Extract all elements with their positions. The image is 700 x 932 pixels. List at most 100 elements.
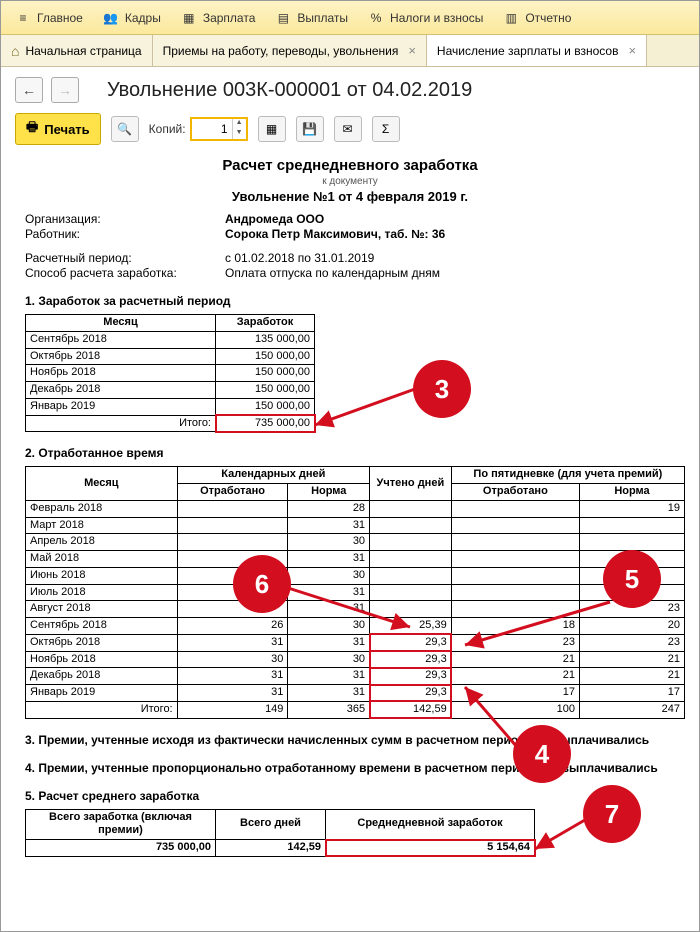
- emp-value: Сорока Петр Максимович, таб. №: 36: [225, 227, 445, 241]
- tab-home[interactable]: Начальная страница: [1, 35, 153, 66]
- org-value: Андромеда ООО: [225, 212, 324, 226]
- t2-total-fw: 100: [451, 701, 579, 718]
- menu-reports[interactable]: ▥Отчетно: [493, 6, 581, 30]
- section-2-heading: 2. Отработанное время: [25, 446, 675, 460]
- print-label: Печать: [44, 122, 89, 137]
- table-row: Октябрь 2018313129,32323: [26, 634, 685, 651]
- t1-total-label: Итого:: [26, 415, 216, 432]
- report-title: Расчет среднедневного заработка: [25, 157, 675, 174]
- time-table: Месяц Календарных дней Учтено дней По пя…: [25, 466, 685, 718]
- period-label: Расчетный период:: [25, 251, 225, 265]
- report-body: Расчет среднедневного заработка к докуме…: [15, 157, 685, 877]
- table-row: Август 20183123: [26, 601, 685, 618]
- t2-total-label: Итого:: [26, 701, 178, 718]
- archive-icon: ▥: [503, 10, 519, 26]
- t2-col-month: Месяц: [26, 467, 178, 501]
- menu-taxes-label: Налоги и взносы: [390, 11, 483, 25]
- t2-total-cw: 149: [177, 701, 288, 718]
- table-row: Март 201831: [26, 517, 685, 534]
- org-label: Организация:: [25, 212, 225, 226]
- table-settings-button[interactable]: ▦: [258, 116, 286, 142]
- doc-icon: ▤: [275, 10, 291, 26]
- table-row: Апрель 201830: [26, 534, 685, 551]
- copies-input[interactable]: [192, 119, 232, 139]
- table-row: Ноябрь 2018150 000,00: [26, 365, 315, 382]
- average-table: Всего заработка (включая премии) Всего д…: [25, 809, 535, 857]
- table-row: Май 201831: [26, 551, 685, 568]
- close-icon[interactable]: ×: [628, 43, 636, 58]
- tab-home-label: Начальная страница: [25, 44, 141, 58]
- t2-col-worked: Отработано: [177, 484, 288, 501]
- menu-salary[interactable]: ▦ Зарплата: [171, 6, 266, 30]
- table-row: Февраль 20182819: [26, 500, 685, 517]
- close-icon[interactable]: ×: [408, 43, 416, 58]
- preview-button[interactable]: 🔍: [111, 116, 139, 142]
- diskette-icon: 💾: [302, 122, 317, 136]
- t5-col-c: Среднедневной заработок: [326, 809, 535, 840]
- calendar-icon: ▦: [181, 10, 197, 26]
- menu-staff[interactable]: 👥Кадры: [93, 6, 171, 30]
- table-row: Январь 2019313129,31717: [26, 685, 685, 702]
- copies-stepper[interactable]: ▲▼: [190, 117, 248, 141]
- home-icon: [11, 43, 19, 59]
- print-button[interactable]: 🖶Печать: [15, 113, 101, 145]
- period-value: с 01.02.2018 по 31.01.2019: [225, 251, 374, 265]
- table-row: Октябрь 2018150 000,00: [26, 348, 315, 365]
- t5-val-c: 5 154,64: [326, 840, 535, 857]
- earnings-table: МесяцЗаработок Сентябрь 2018135 000,00Ок…: [25, 314, 315, 432]
- app-tabs: Начальная страница Приемы на работу, пер…: [1, 35, 699, 67]
- table-row: Декабрь 2018150 000,00: [26, 382, 315, 399]
- table-row: Декабрь 2018313129,32121: [26, 668, 685, 685]
- spin-down-icon[interactable]: ▼: [233, 129, 246, 139]
- grid-check-icon: ▦: [266, 122, 277, 136]
- tab-payroll[interactable]: Начисление зарплаты и взносов ×: [427, 35, 647, 66]
- main-menu-ribbon: ≡ Главное 👥Кадры ▦ Зарплата ▤Выплаты %Нало…: [1, 1, 699, 35]
- spin-up-icon[interactable]: ▲: [233, 119, 246, 129]
- table-row: Сентябрь 2018263025,391820: [26, 618, 685, 635]
- tab-hr-ops[interactable]: Приемы на работу, переводы, увольнения ×: [153, 35, 427, 66]
- menu-payments[interactable]: ▤Выплаты: [265, 6, 358, 30]
- col-earn: Заработок: [216, 315, 315, 332]
- t5-val-a: 735 000,00: [26, 840, 216, 857]
- t2-col-cal: Календарных дней: [177, 467, 369, 484]
- method-label: Способ расчета заработка:: [25, 266, 225, 280]
- section-3-heading: 3. Премии, учтенные исходя из фактически…: [25, 733, 675, 747]
- print-toolbar: 🖶Печать 🔍 Копий: ▲▼ ▦ 💾 ✉ Σ: [15, 113, 685, 145]
- menu-main[interactable]: ≡ Главное: [5, 6, 93, 30]
- table-row: Июль 201831: [26, 584, 685, 601]
- report-doc-ref: Увольнение №1 от 4 февраля 2019 г.: [25, 189, 675, 204]
- t5-col-a: Всего заработка (включая премии): [26, 809, 216, 840]
- t2-col-acc: Учтено дней: [370, 467, 452, 501]
- table-row: Ноябрь 2018303029,32121: [26, 651, 685, 668]
- t2-total-ad: 142,59: [370, 701, 452, 718]
- save-button[interactable]: 💾: [296, 116, 324, 142]
- t1-total-value: 735 000,00: [216, 415, 315, 432]
- t2-col-five: По пятидневке (для учета премий): [451, 467, 684, 484]
- t5-col-b: Всего дней: [216, 809, 326, 840]
- sum-button[interactable]: Σ: [372, 116, 400, 142]
- send-email-button[interactable]: ✉: [334, 116, 362, 142]
- emp-label: Работник:: [25, 227, 225, 241]
- tab-hr-label: Приемы на работу, переводы, увольнения: [163, 44, 399, 58]
- menu-staff-label: Кадры: [125, 11, 161, 25]
- forward-button[interactable]: →: [51, 77, 79, 103]
- table-row: Январь 2019150 000,00: [26, 398, 315, 415]
- page-title: Увольнение 003К-000001 от 04.02.2019: [107, 79, 472, 102]
- section-4-heading: 4. Премии, учтенные пропорционально отра…: [25, 761, 675, 775]
- menu-main-label: Главное: [37, 11, 83, 25]
- t5-val-b: 142,59: [216, 840, 326, 857]
- t2-total-cn: 365: [288, 701, 370, 718]
- copies-label: Копий:: [149, 122, 186, 136]
- table-row: Сентябрь 2018135 000,00: [26, 331, 315, 348]
- magnifier-icon: 🔍: [117, 122, 132, 136]
- t2-col-fnorm: Норма: [580, 484, 685, 501]
- section-5-heading: 5. Расчет среднего заработка: [25, 789, 675, 803]
- back-button[interactable]: ←: [15, 77, 43, 103]
- envelope-icon: ✉: [343, 122, 353, 136]
- menu-salary-label: Зарплата: [203, 11, 256, 25]
- sigma-icon: Σ: [382, 122, 389, 136]
- tab-payroll-label: Начисление зарплаты и взносов: [437, 44, 619, 58]
- menu-icon: ≡: [15, 10, 31, 26]
- callout-3: 3: [415, 362, 469, 416]
- menu-taxes[interactable]: %Налоги и взносы: [358, 6, 493, 30]
